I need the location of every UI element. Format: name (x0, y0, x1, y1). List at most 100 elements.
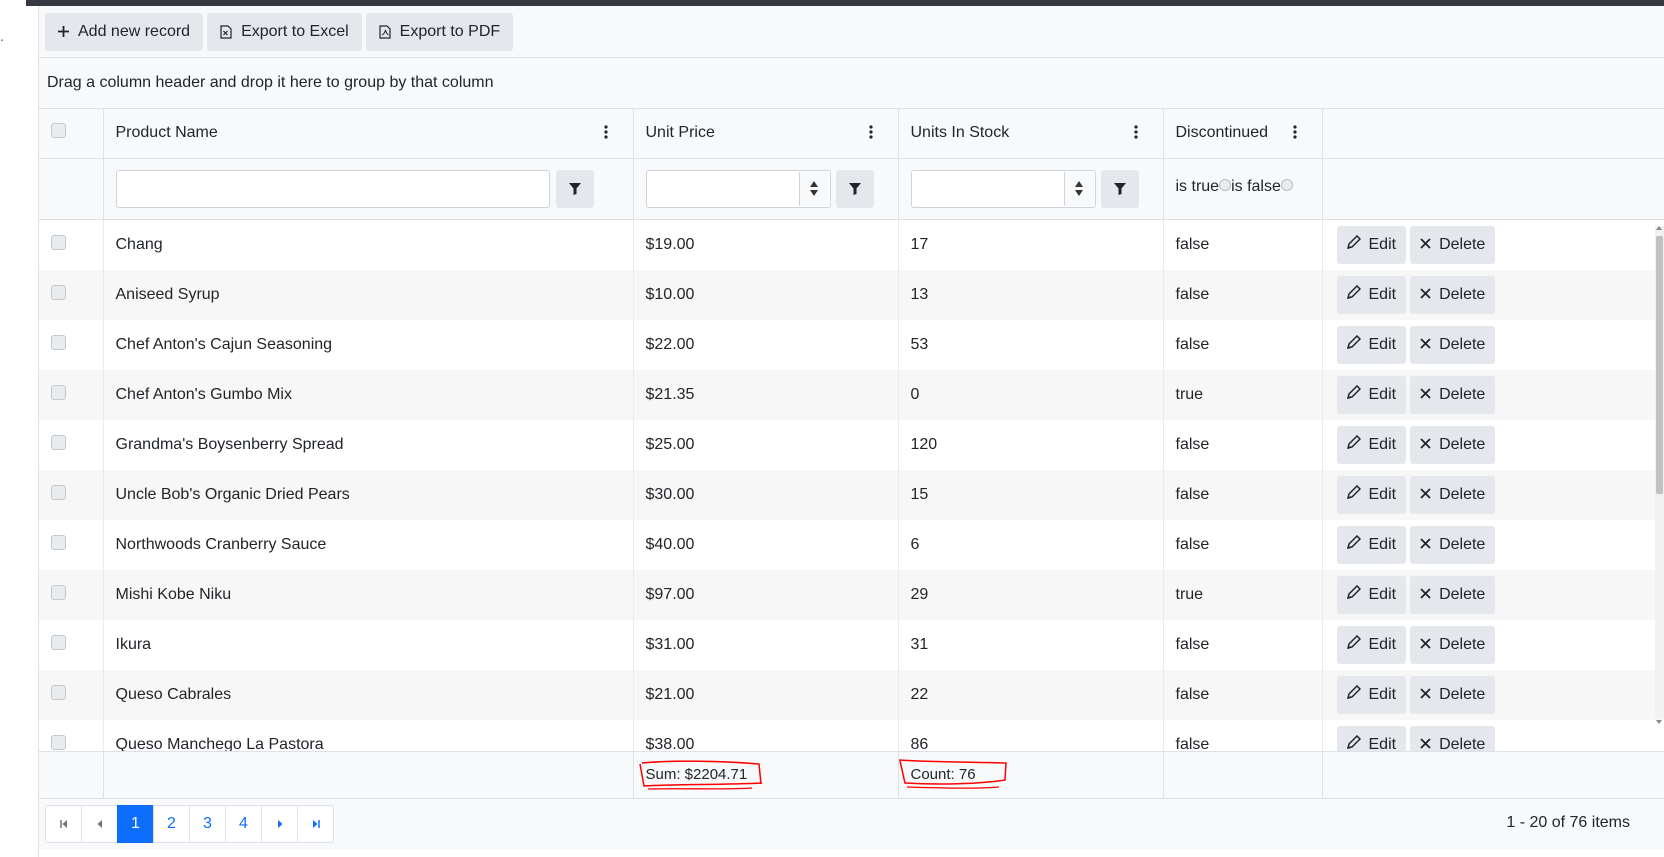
export-pdf-button[interactable]: Export to PDF (365, 12, 514, 51)
unit-price-cell: $19.00 (633, 219, 899, 270)
edit-button[interactable]: Edit (1336, 725, 1407, 751)
product-name-cell: Chang (103, 219, 634, 270)
scrollbar-thumb[interactable] (1656, 235, 1663, 494)
table-row[interactable]: Northwoods Cranberry Sauce $40.00 6 false Ed… (39, 519, 1664, 570)
header-product-name[interactable]: Product Name (103, 109, 634, 159)
last-page-icon[interactable] (297, 804, 334, 843)
edit-button[interactable]: Edit (1336, 575, 1407, 614)
table-row[interactable]: Chef Anton's Gumbo Mix $21.35 0 true Edit Del… (39, 369, 1664, 420)
table-row[interactable]: Mishi Kobe Niku $97.00 29 true Edit Delete (39, 569, 1664, 620)
filter-icon[interactable] (1100, 169, 1139, 208)
pencil-icon (1346, 434, 1361, 454)
edit-button[interactable]: Edit (1336, 275, 1407, 314)
column-menu-icon[interactable] (596, 122, 616, 142)
edit-button[interactable]: Edit (1336, 325, 1407, 364)
page-button[interactable]: 2 (153, 804, 190, 843)
row-checkbox[interactable] (51, 634, 66, 650)
delete-button[interactable]: Delete (1410, 325, 1496, 364)
delete-button[interactable]: Delete (1410, 375, 1496, 414)
row-checkbox[interactable] (51, 584, 66, 600)
delete-button[interactable]: Delete (1410, 525, 1496, 564)
product-name-filter-input[interactable] (115, 169, 550, 208)
row-checkbox[interactable] (51, 284, 66, 300)
delete-button[interactable]: Delete (1410, 475, 1496, 514)
scroll-up-arrow-icon[interactable] (1656, 225, 1662, 230)
edit-button[interactable]: Edit (1336, 675, 1407, 714)
column-menu-icon[interactable] (861, 122, 881, 142)
is-true-radio[interactable] (1219, 178, 1232, 191)
first-page-icon[interactable] (45, 804, 82, 843)
delete-button[interactable]: Delete (1410, 625, 1496, 664)
page-button[interactable]: 4 (225, 804, 262, 843)
unit-price-cell: $31.00 (633, 619, 899, 670)
row-checkbox[interactable] (51, 684, 66, 700)
table-row[interactable]: Grandma's Boysenberry Spread $25.00 120 fal… (39, 419, 1664, 470)
select-all-checkbox[interactable] (51, 122, 66, 138)
row-select-cell (39, 619, 104, 670)
row-checkbox[interactable] (51, 434, 66, 450)
table-row[interactable]: Aniseed Syrup $10.00 13 false Edit Delete (39, 269, 1664, 320)
row-select-cell (39, 319, 104, 370)
scroll-down-arrow-icon[interactable] (1656, 719, 1662, 724)
row-checkbox[interactable] (51, 234, 66, 250)
table-row[interactable]: Chef Anton's Cajun Seasoning $22.00 53 fals… (39, 319, 1664, 370)
discontinued-cell: false (1163, 319, 1323, 370)
is-false-radio[interactable] (1280, 178, 1293, 191)
delete-button[interactable]: Delete (1410, 725, 1496, 751)
column-menu-icon[interactable] (1285, 122, 1305, 142)
spinner-arrows-icon[interactable] (798, 171, 829, 206)
delete-button[interactable]: Delete (1410, 225, 1496, 264)
row-checkbox[interactable] (51, 484, 66, 500)
edit-button[interactable]: Edit (1336, 375, 1407, 414)
row-checkbox[interactable] (51, 384, 66, 400)
header-select-all-cell (39, 109, 104, 159)
edit-button[interactable]: Edit (1336, 225, 1407, 264)
page-button[interactable]: 1 (117, 804, 154, 843)
filter-icon[interactable] (835, 169, 874, 208)
header-unit-price[interactable]: Unit Price (633, 109, 899, 159)
row-checkbox[interactable] (51, 334, 66, 350)
page-button[interactable]: 3 (189, 804, 226, 843)
product-name-cell: Chef Anton's Gumbo Mix (103, 369, 634, 420)
units-in-stock-cell: 6 (898, 519, 1164, 570)
group-panel[interactable]: Drag a column header and drop it here to… (39, 58, 1664, 109)
table-row[interactable]: Queso Manchego La Pastora $38.00 86 false Ed… (39, 719, 1664, 751)
table-row[interactable]: Uncle Bob's Organic Dried Pears $30.00 15 f… (39, 469, 1664, 520)
pencil-icon (1346, 284, 1361, 304)
column-menu-icon[interactable] (1126, 122, 1146, 142)
next-page-icon[interactable] (261, 804, 298, 843)
spinner-arrows-icon[interactable] (1063, 171, 1094, 206)
header-unit-price-label: Unit Price (645, 124, 715, 142)
header-units-in-stock[interactable]: Units In Stock (898, 109, 1164, 159)
table-row[interactable]: Queso Cabrales $21.00 22 false Edit Delete (39, 669, 1664, 720)
unit-price-filter-input[interactable] (645, 169, 831, 208)
header-discontinued[interactable]: Discontinued (1163, 109, 1323, 159)
edit-button[interactable]: Edit (1336, 625, 1407, 664)
filter-icon[interactable] (555, 169, 594, 208)
edit-button[interactable]: Edit (1336, 525, 1407, 564)
unit-price-cell: $22.00 (633, 319, 899, 370)
command-cell: Edit Delete (1322, 369, 1664, 420)
export-excel-button[interactable]: Export to Excel (207, 12, 362, 51)
table-row[interactable]: Chang $19.00 17 false Edit Delete (39, 219, 1664, 270)
grid-content[interactable]: Chang $19.00 17 false Edit Delete Aniseed Syru… (39, 219, 1664, 751)
vertical-scrollbar[interactable] (1655, 225, 1664, 724)
units-in-stock-filter-input[interactable] (910, 169, 1096, 208)
row-checkbox[interactable] (51, 734, 66, 750)
delete-button[interactable]: Delete (1410, 575, 1496, 614)
row-checkbox[interactable] (51, 534, 66, 550)
grid-body: Chang $19.00 17 false Edit Delete Aniseed Syru… (39, 219, 1664, 751)
delete-label: Delete (1439, 635, 1486, 653)
discontinued-cell: false (1163, 269, 1323, 320)
units-in-stock-cell: 17 (898, 219, 1164, 270)
table-row[interactable]: Ikura $31.00 31 false Edit Delete (39, 619, 1664, 670)
add-new-record-button[interactable]: Add new record (45, 12, 204, 51)
delete-button[interactable]: Delete (1410, 275, 1496, 314)
previous-page-icon[interactable] (81, 804, 118, 843)
edit-button[interactable]: Edit (1336, 475, 1407, 514)
delete-button[interactable]: Delete (1410, 675, 1496, 714)
close-icon (1420, 686, 1431, 704)
delete-button[interactable]: Delete (1410, 425, 1496, 464)
edit-button[interactable]: Edit (1336, 425, 1407, 464)
product-name-cell: Uncle Bob's Organic Dried Pears (103, 469, 634, 520)
